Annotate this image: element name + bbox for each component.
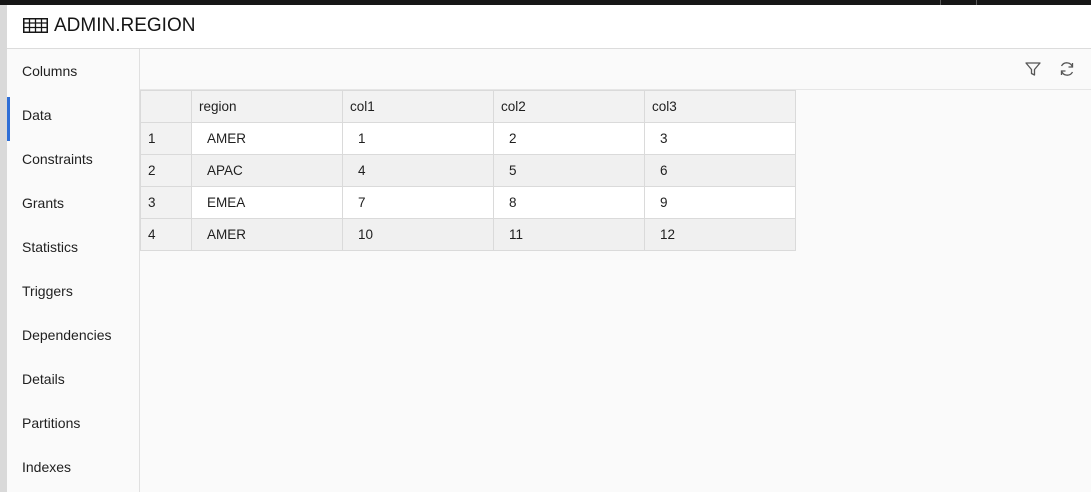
sidebar-item-grants[interactable]: Grants	[7, 181, 139, 225]
sidebar-item-label: Partitions	[22, 415, 81, 431]
data-grid-area: region col1 col2 col3 1 AMER 1 2 3 2 APAC 4 5 6 3 E…	[140, 89, 1091, 492]
grid-cell-region[interactable]: AMER	[191, 122, 343, 155]
sidebar-item-label: Grants	[22, 195, 65, 211]
grid-cell-col1[interactable]: 10	[342, 218, 494, 251]
row-number[interactable]: 3	[140, 186, 192, 219]
column-header-col1[interactable]: col1	[342, 90, 494, 123]
grid-cell-col3[interactable]: 12	[644, 218, 796, 251]
sidebar-item-indexes[interactable]: Indexes	[7, 445, 139, 489]
data-grid: region col1 col2 col3 1 AMER 1 2 3 2 APAC 4 5 6 3 E…	[140, 90, 796, 251]
grid-cell-region[interactable]: EMEA	[191, 186, 343, 219]
sidebar-item-dependencies[interactable]: Dependencies	[7, 313, 139, 357]
sidebar-item-label: Details	[22, 371, 65, 387]
table-row[interactable]: 2 APAC 4 5 6	[140, 154, 796, 187]
row-number[interactable]: 2	[140, 154, 192, 187]
sidebar-item-label: Dependencies	[22, 327, 112, 343]
column-header-col3[interactable]: col3	[644, 90, 796, 123]
table-row[interactable]: 1 AMER 1 2 3	[140, 122, 796, 155]
column-header-region[interactable]: region	[191, 90, 343, 123]
sidebar-item-partitions[interactable]: Partitions	[7, 401, 139, 445]
sidebar-item-data[interactable]: Data	[7, 93, 139, 141]
page-title: ADMIN.REGION	[54, 15, 196, 36]
sidebar-item-columns[interactable]: Columns	[7, 49, 139, 93]
grid-cell-col3[interactable]: 3	[644, 122, 796, 155]
left-edge	[0, 5, 7, 492]
table-row[interactable]: 4 AMER 10 11 12	[140, 218, 796, 251]
grid-cell-col2[interactable]: 11	[493, 218, 645, 251]
sidebar-item-label: Columns	[22, 63, 78, 79]
grid-cell-col1[interactable]: 1	[342, 122, 494, 155]
table-icon	[23, 18, 48, 33]
grid-cell-col2[interactable]: 5	[493, 154, 645, 187]
refresh-icon[interactable]	[1058, 60, 1076, 78]
sidebar-item-statistics[interactable]: Statistics	[7, 225, 139, 269]
sidebar: Columns Data Constraints Grants Statistics Tr…	[7, 49, 140, 492]
sidebar-item-details[interactable]: Details	[7, 357, 139, 401]
row-number[interactable]: 4	[140, 218, 192, 251]
grid-corner	[140, 90, 192, 123]
grid-cell-col2[interactable]: 2	[493, 122, 645, 155]
grid-cell-col3[interactable]: 9	[644, 186, 796, 219]
grid-cell-col3[interactable]: 6	[644, 154, 796, 187]
grid-cell-col1[interactable]: 7	[342, 186, 494, 219]
sidebar-item-label: Data	[22, 107, 52, 123]
grid-header-row: region col1 col2 col3	[140, 90, 796, 123]
table-row[interactable]: 3 EMEA 7 8 9	[140, 186, 796, 219]
grid-cell-region[interactable]: AMER	[191, 218, 343, 251]
object-panel: ADMIN.REGION Columns Data Constraints Grant…	[7, 5, 1091, 492]
row-number[interactable]: 1	[140, 122, 192, 155]
filter-icon[interactable]	[1024, 60, 1042, 78]
sidebar-item-triggers[interactable]: Triggers	[7, 269, 139, 313]
sidebar-item-label: Statistics	[22, 239, 79, 255]
grid-cell-col2[interactable]: 8	[493, 186, 645, 219]
column-header-col2[interactable]: col2	[493, 90, 645, 123]
sidebar-item-constraints[interactable]: Constraints	[7, 137, 139, 181]
sidebar-item-label: Constraints	[22, 151, 93, 167]
grid-cell-col1[interactable]: 4	[342, 154, 494, 187]
sidebar-item-label: Indexes	[22, 459, 72, 475]
sidebar-item-label: Triggers	[22, 283, 73, 299]
panel-header: ADMIN.REGION	[7, 5, 1091, 49]
grid-cell-region[interactable]: APAC	[191, 154, 343, 187]
